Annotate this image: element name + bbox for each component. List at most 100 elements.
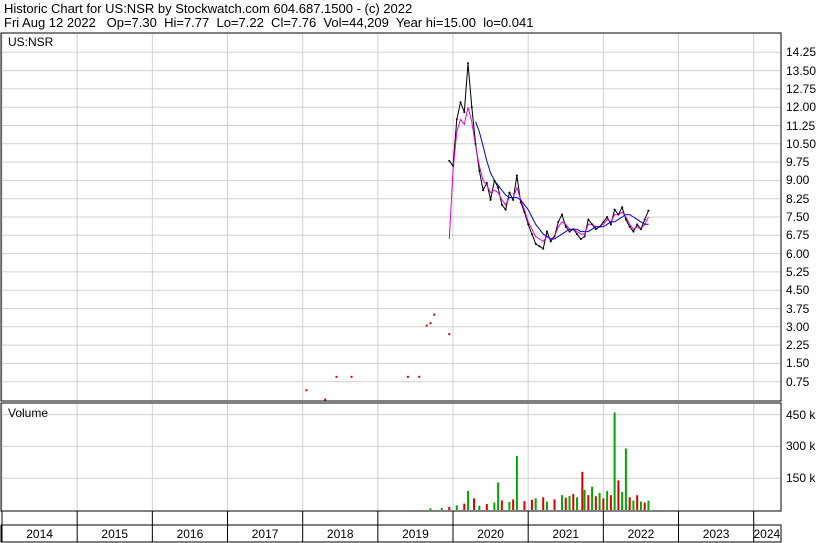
price-point (493, 179, 496, 182)
volume-bar (572, 494, 575, 510)
volume-bar (448, 507, 451, 510)
trade-point (305, 389, 308, 392)
x-tick-label: 2014 (26, 527, 53, 541)
price-point (576, 233, 579, 236)
price-point (617, 213, 620, 216)
price-tick-label: 12.75 (786, 81, 817, 96)
price-point (572, 228, 575, 231)
volume-bar (643, 502, 646, 510)
volume-bar (583, 489, 586, 510)
volume-bar (581, 471, 584, 510)
chart-area (0, 32, 782, 543)
price-point (527, 223, 530, 226)
price-point (628, 225, 631, 228)
price-point (534, 242, 537, 245)
volume-bar (606, 490, 609, 510)
price-point (523, 211, 526, 214)
volume-bar (613, 412, 616, 510)
trade-point (418, 375, 421, 378)
price-tick-label: 6.00 (786, 246, 810, 261)
volume-bar (542, 497, 545, 510)
price-point (470, 106, 473, 109)
price-point (594, 228, 597, 231)
volume-bar (512, 499, 515, 510)
price-point (489, 198, 492, 201)
trade-point (448, 333, 451, 336)
price-point (624, 218, 627, 221)
price-tick-label: 5.25 (786, 264, 810, 279)
volume-bar (500, 500, 503, 510)
price-point (636, 223, 639, 226)
price-point (519, 201, 522, 204)
volume-bar (632, 500, 635, 510)
price-point (478, 169, 481, 172)
price-point (606, 216, 609, 218)
price-tick-label: 3.75 (786, 301, 810, 316)
volume-panel-frame (0, 402, 782, 512)
price-point (500, 203, 503, 206)
price-point (504, 208, 507, 211)
price-tick-label: 9.75 (786, 155, 810, 170)
volume-panel-label: Volume (8, 406, 49, 420)
volume-bar (602, 498, 605, 510)
price-point (591, 223, 594, 226)
price-close-line (448, 63, 649, 250)
price-point (485, 181, 488, 184)
price-point (482, 189, 485, 192)
x-tick-label: 2021 (552, 527, 580, 541)
volume-bar (591, 486, 594, 510)
price-point (512, 198, 515, 201)
volume-bar (587, 495, 590, 510)
price-point (598, 225, 601, 228)
volume-bar (639, 501, 642, 510)
price-tick-label: 10.50 (786, 136, 817, 151)
price-point (647, 209, 650, 212)
volume-bar (628, 497, 631, 510)
volume-bar (636, 495, 639, 510)
price-point (609, 223, 612, 226)
short-moving-average-line (448, 107, 649, 243)
trade-point (429, 322, 432, 325)
volume-bar (508, 501, 511, 510)
trade-point (335, 375, 338, 378)
volume-bar (561, 495, 564, 510)
volume-bar (440, 507, 443, 510)
price-point (632, 230, 635, 233)
price-point (568, 230, 571, 233)
price-point (467, 62, 470, 65)
price-point (515, 174, 518, 177)
price-point (545, 230, 548, 233)
volume-bar (647, 500, 650, 510)
price-point (557, 220, 560, 223)
x-tick-label: 2020 (477, 527, 504, 541)
price-tick-label: 13.50 (786, 63, 817, 78)
trade-point (350, 375, 353, 378)
volume-bar (493, 502, 496, 510)
volume-bar (473, 498, 476, 510)
price-tick-label: 8.25 (786, 191, 810, 206)
price-point (613, 208, 616, 211)
x-tick-label: 2018 (326, 527, 354, 541)
x-tick-label: 2022 (627, 527, 655, 541)
price-point (549, 240, 552, 243)
price-tick-label: 0.75 (786, 374, 810, 389)
price-point (553, 235, 556, 238)
trade-point (324, 398, 327, 401)
volume-tick-label: 450 k (786, 407, 816, 422)
price-point (579, 237, 582, 240)
volume-bar (598, 493, 601, 510)
price-tick-label: 2.25 (786, 338, 810, 353)
price-point (452, 164, 455, 167)
price-point (542, 247, 545, 250)
price-point (643, 218, 646, 221)
price-point (602, 220, 605, 223)
x-tick-label: 2015 (101, 527, 129, 541)
volume-bar (497, 482, 500, 510)
price-point (621, 206, 624, 209)
volume-bar (467, 490, 470, 510)
volume-bar (624, 448, 627, 510)
volume-bar (515, 455, 518, 510)
volume-bar (545, 501, 548, 510)
price-tick-label: 11.25 (786, 118, 816, 133)
x-tick-label: 2023 (702, 527, 730, 541)
